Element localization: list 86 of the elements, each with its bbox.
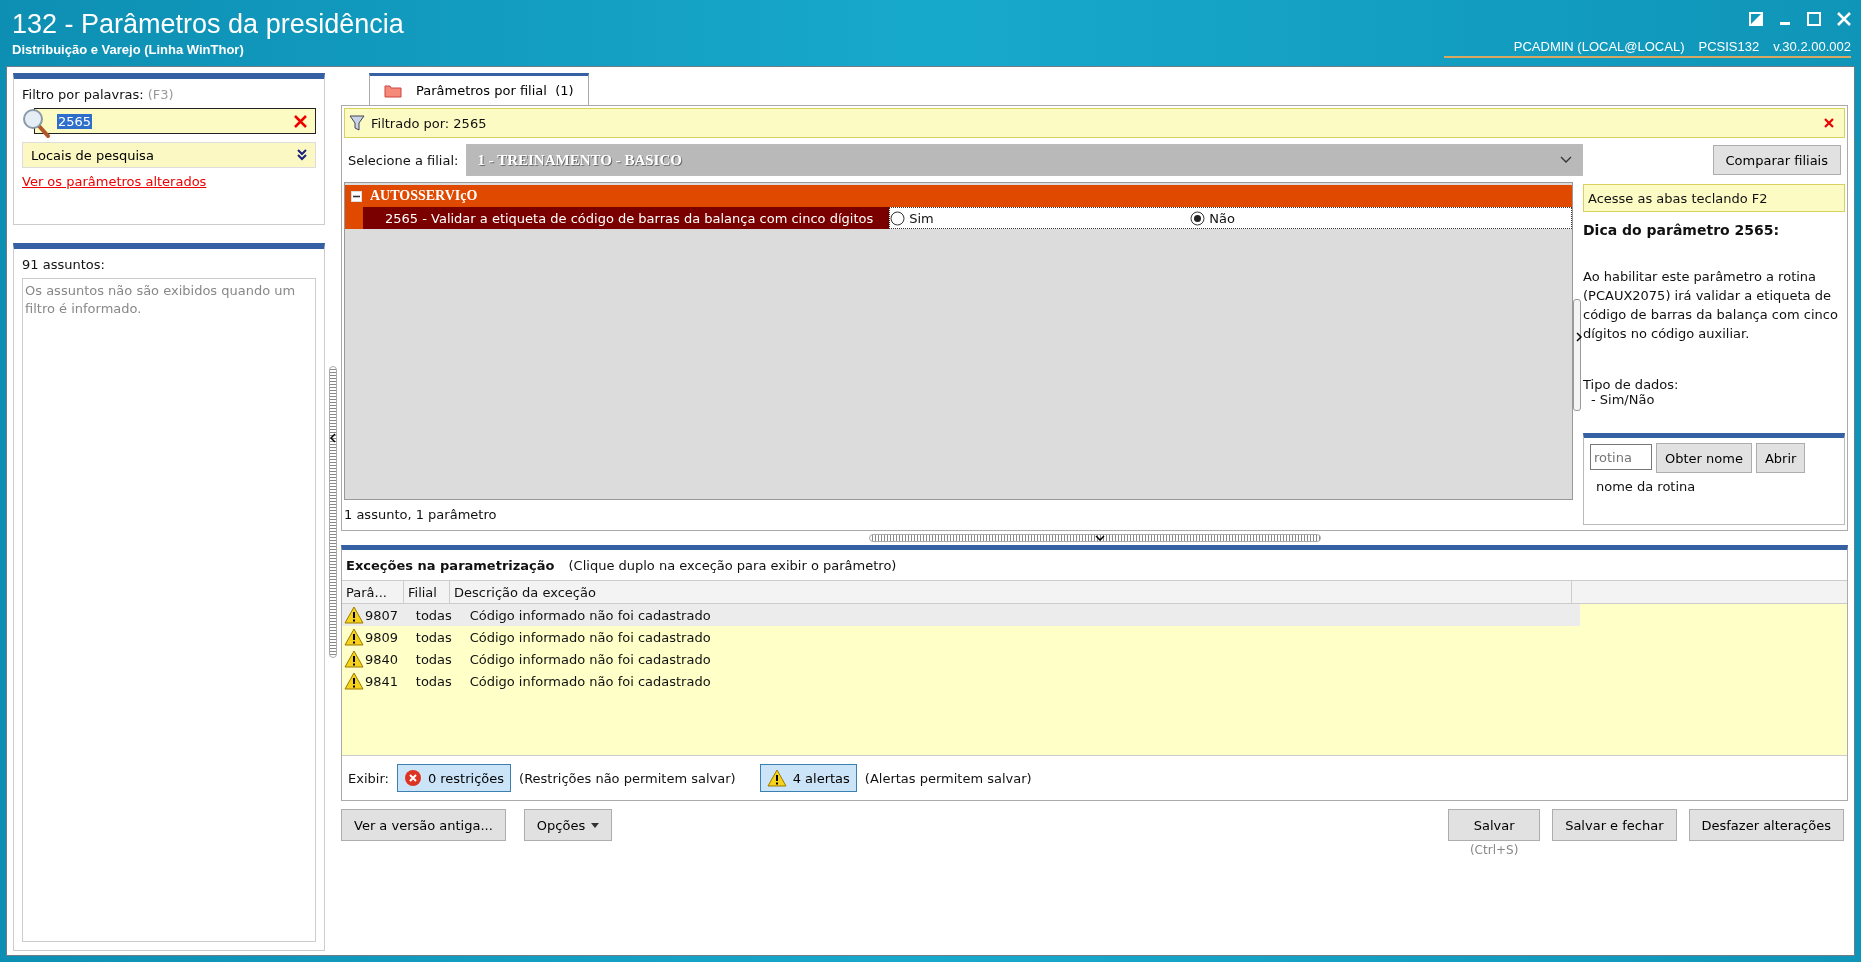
close-icon[interactable] bbox=[1824, 118, 1834, 128]
collapse-icon[interactable] bbox=[351, 190, 362, 202]
branch-label: Selecione a filial: bbox=[348, 152, 459, 168]
old-version-button[interactable]: Ver a versão antiga... bbox=[341, 809, 506, 841]
folder-icon bbox=[384, 83, 402, 98]
splitter-handle[interactable] bbox=[868, 534, 1321, 542]
splitter-handle[interactable] bbox=[1573, 299, 1581, 411]
hint-title: Dica do parâmetro 2565: bbox=[1583, 222, 1781, 238]
table-row[interactable]: 9841 todas Código informado não foi cadastrado bbox=[342, 670, 1580, 692]
compare-branches-button[interactable]: Comparar filiais bbox=[1712, 145, 1841, 175]
table-row[interactable]: 9809 todas Código informado não foi cadastrado bbox=[342, 626, 1580, 648]
search-icon bbox=[22, 108, 52, 138]
radio-option[interactable]: Sim bbox=[890, 210, 1191, 226]
table-cell: 9841 bbox=[365, 673, 399, 689]
radio-option[interactable]: Não bbox=[1190, 210, 1491, 226]
table-cell: todas bbox=[415, 629, 452, 645]
table-cell: 9807 bbox=[365, 607, 399, 623]
group-indent-bar bbox=[345, 207, 363, 229]
collapse-down-icon[interactable] bbox=[1094, 535, 1105, 541]
shortcut-hint: (F3) bbox=[147, 87, 174, 102]
tab[interactable]: Parâmetros por filial (1) bbox=[369, 73, 589, 105]
column-header[interactable]: Parâ... bbox=[342, 581, 404, 603]
exceptions-hint: (Clique duplo na exceção para exibir o parâmetro) bbox=[568, 557, 897, 573]
table-cell: Código informado não foi cadastrado bbox=[469, 629, 711, 645]
splitter-handle[interactable] bbox=[329, 366, 337, 658]
subjects-count: 91 assuntos: bbox=[22, 257, 106, 272]
show-label: Exibir: bbox=[348, 770, 389, 786]
warning-icon bbox=[344, 606, 364, 624]
restore-icon[interactable] bbox=[1749, 12, 1763, 26]
table-cell: todas bbox=[415, 651, 452, 667]
filter-toggle-button[interactable]: 4 alertas bbox=[759, 764, 857, 792]
version-label: v.30.2.00.002 bbox=[1773, 39, 1851, 54]
funnel-icon bbox=[349, 115, 365, 131]
footer-button[interactable]: Salvar bbox=[1448, 809, 1541, 841]
warning-icon bbox=[344, 672, 364, 690]
warning-icon bbox=[344, 650, 364, 668]
hint-text: Ao habilitar este parâmetro a rotina (PCAUX2075) irá validar a etiqueta de código de barras da balança com cinco dígitos no código auxiliar. bbox=[1583, 268, 1839, 343]
caret-icon bbox=[591, 822, 600, 828]
table-cell: Código informado não foi cadastrado bbox=[469, 607, 711, 623]
table-cell: Código informado não foi cadastrado bbox=[469, 651, 711, 667]
table-row[interactable]: 9840 todas Código informado não foi cadastrado bbox=[342, 648, 1580, 670]
filter-label: Filtro por palavras: bbox=[22, 87, 144, 102]
program-label: PCSIS132 bbox=[1698, 39, 1760, 54]
column-header[interactable]: Filial bbox=[404, 581, 450, 603]
expand-right-icon[interactable] bbox=[1576, 332, 1582, 342]
group-header[interactable]: AUTOSSERVIçO bbox=[345, 185, 1572, 207]
error-icon bbox=[403, 769, 422, 787]
search-field[interactable]: 2565 bbox=[34, 108, 316, 134]
open-button[interactable]: Abrir bbox=[1755, 443, 1806, 474]
table-row[interactable]: 9807 todas Código informado não foi cadastrado bbox=[342, 604, 1580, 626]
column-header[interactable]: Descrição da exceção bbox=[450, 581, 1572, 603]
data-type-value: - Sim/Não bbox=[1590, 392, 1656, 408]
window-title: 132 - Parâmetros da presidência bbox=[12, 9, 404, 40]
maximize-icon[interactable] bbox=[1807, 12, 1821, 26]
chevron-down-icon bbox=[1559, 156, 1572, 164]
clear-icon[interactable] bbox=[294, 114, 307, 128]
table-cell: todas bbox=[415, 673, 452, 689]
table-cell: 9809 bbox=[365, 629, 399, 645]
collapse-left-icon[interactable] bbox=[330, 433, 336, 443]
filter-note: (Restrições não permitem salvar) bbox=[519, 770, 736, 786]
changed-parameters-link[interactable]: Ver os parâmetros alterados bbox=[22, 174, 316, 189]
filter-text: Filtrado por: 2565 bbox=[371, 115, 488, 131]
double-chevron-icon bbox=[297, 149, 307, 161]
data-type-label: Tipo de dados: bbox=[1583, 377, 1680, 393]
table-cell: 9840 bbox=[365, 651, 399, 667]
user-label: PCADMIN (LOCAL@LOCAL) bbox=[1513, 39, 1685, 54]
search-locations-dropdown[interactable]: Locais de pesquisa bbox=[22, 142, 316, 168]
parameter-name[interactable]: 2565 - Validar a etiqueta de código de barras da balança com cinco dígitos bbox=[363, 207, 890, 229]
get-name-button[interactable]: Obter nome bbox=[1656, 443, 1752, 474]
options-menu-button[interactable]: Opções bbox=[523, 809, 613, 841]
warning-icon bbox=[344, 628, 364, 646]
table-cell: Código informado não foi cadastrado bbox=[469, 673, 711, 689]
grid-status: 1 assunto, 1 parâmetro bbox=[344, 505, 498, 524]
empty-message: Os assuntos não são exibidos quando um filtro é informado. bbox=[25, 283, 296, 317]
hint-banner: Acesse as abas teclando F2 bbox=[1583, 184, 1845, 212]
footer-button[interactable]: Desfazer alterações bbox=[1688, 809, 1844, 841]
routine-field[interactable]: rotina bbox=[1590, 444, 1652, 471]
warning-icon bbox=[766, 769, 787, 787]
filter-note: (Alertas permitem salvar) bbox=[864, 770, 1032, 786]
routine-name: nome da rotina bbox=[1595, 479, 1697, 495]
footer-button[interactable]: Salvar e fechar bbox=[1552, 809, 1677, 841]
filter-toggle-button[interactable]: 0 restrições bbox=[396, 764, 512, 792]
exceptions-title: Exceções na parametrização bbox=[346, 557, 555, 573]
window-subtitle: Distribuição e Varejo (Linha WinThor) bbox=[12, 42, 245, 57]
table-cell: todas bbox=[415, 607, 452, 623]
shortcut-hint: (Ctrl+S) bbox=[1469, 843, 1519, 857]
